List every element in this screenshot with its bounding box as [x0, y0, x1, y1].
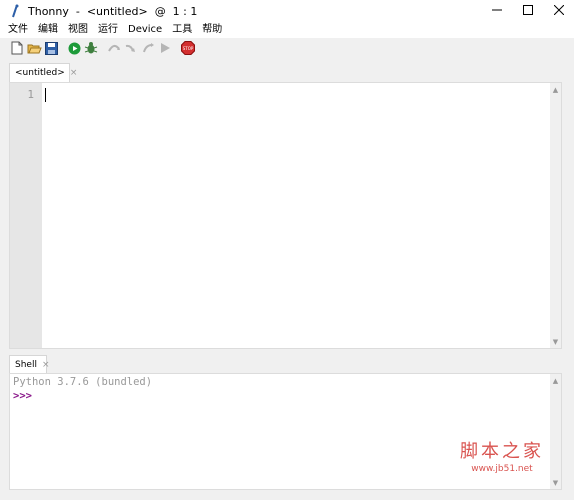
tab-untitled[interactable]: <untitled> × [9, 63, 77, 82]
tab-close-icon[interactable]: × [70, 68, 78, 78]
window-title: Thonny - <untitled> @ 1 : 1 [28, 4, 198, 18]
open-file-icon[interactable] [26, 40, 42, 56]
line-number-gutter: 1 [10, 83, 42, 348]
menu-device[interactable]: Device [123, 23, 167, 37]
watermark: 脚本之家 www.jb51.net [460, 437, 544, 474]
code-editor[interactable]: 1 ▲ ▼ [9, 82, 562, 349]
scroll-down-icon[interactable]: ▼ [550, 336, 561, 347]
scroll-up-icon[interactable]: ▲ [550, 375, 561, 386]
shell-prompt: >>> [13, 390, 32, 402]
editor-tab-strip: <untitled> × [0, 62, 574, 82]
tab-shell[interactable]: Shell × [9, 355, 50, 374]
scroll-up-icon[interactable]: ▲ [550, 84, 561, 95]
tab-close-icon[interactable]: × [42, 360, 50, 370]
svg-text:STOP: STOP [183, 46, 194, 51]
minimize-icon [491, 5, 502, 18]
step-into-icon[interactable] [123, 40, 139, 56]
tab-label: <untitled> [15, 68, 65, 78]
close-button[interactable] [543, 0, 574, 22]
watermark-title: 脚本之家 [460, 441, 544, 462]
step-out-icon[interactable] [140, 40, 156, 56]
maximize-icon [522, 4, 533, 18]
shell-vertical-scrollbar[interactable]: ▲ ▼ [550, 374, 561, 489]
watermark-url: www.jb51.net [471, 464, 533, 474]
menu-tools[interactable]: 工具 [167, 23, 197, 37]
line-number: 1 [27, 88, 34, 101]
shell-banner: Python 3.7.6 (bundled) [13, 376, 153, 388]
tab-label: Shell [15, 360, 37, 370]
minimize-button[interactable] [481, 0, 512, 22]
menu-edit[interactable]: 编辑 [33, 23, 63, 37]
stop-icon[interactable]: STOP [180, 40, 196, 56]
step-over-icon[interactable] [106, 40, 122, 56]
toolbar: STOP [0, 38, 574, 58]
shell-tab-strip: Shell × [0, 355, 574, 375]
save-icon[interactable] [43, 40, 59, 56]
run-icon[interactable] [66, 40, 82, 56]
title-bar[interactable]: Thonny - <untitled> @ 1 : 1 [0, 0, 574, 22]
menu-run[interactable]: 运行 [93, 23, 123, 37]
thonny-logo-icon [7, 3, 23, 19]
menu-file[interactable]: 文件 [3, 23, 33, 37]
text-cursor [45, 88, 46, 102]
debug-icon[interactable] [83, 40, 99, 56]
resume-icon[interactable] [157, 40, 173, 56]
scroll-down-icon[interactable]: ▼ [550, 477, 561, 488]
menu-view[interactable]: 视图 [63, 23, 93, 37]
menu-help[interactable]: 帮助 [197, 23, 227, 37]
close-icon [553, 4, 564, 18]
maximize-button[interactable] [512, 0, 543, 22]
editor-vertical-scrollbar[interactable]: ▲ ▼ [550, 83, 561, 348]
menu-bar: 文件 编辑 视图 运行 Device 工具 帮助 [0, 22, 574, 38]
new-file-icon[interactable] [9, 40, 25, 56]
